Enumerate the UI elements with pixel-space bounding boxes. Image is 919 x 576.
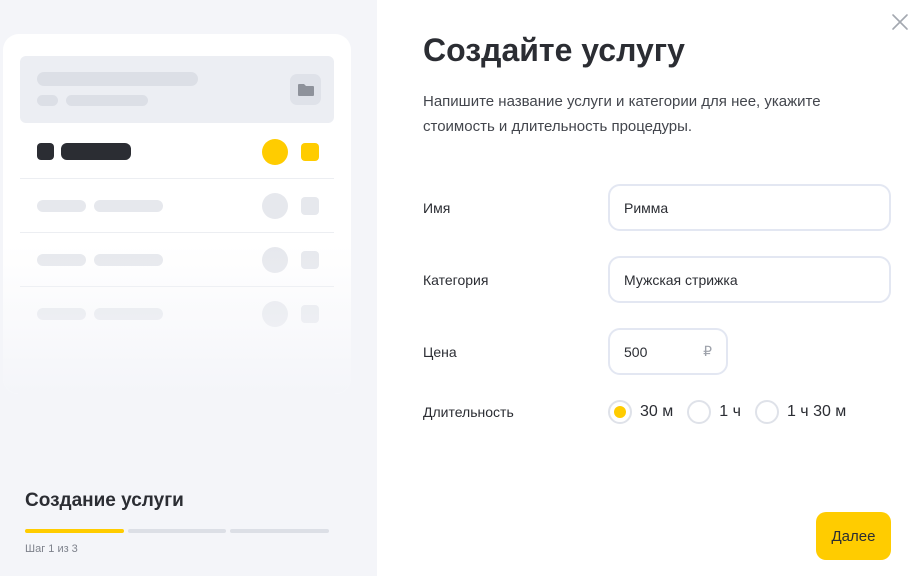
skeleton-line <box>66 95 148 106</box>
skeleton-line <box>37 95 58 106</box>
step-indicator: Шаг 1 из 3 <box>25 543 78 555</box>
name-input[interactable]: Римма <box>608 184 891 231</box>
skeleton-block <box>61 143 131 160</box>
skeleton-checkbox <box>301 197 319 215</box>
service-list-preview <box>3 34 351 394</box>
duration-radio-group: 30 м 1 ч 1 ч 30 м <box>608 400 860 424</box>
category-input[interactable]: Мужская стрижка <box>608 256 891 303</box>
category-label: Категория <box>423 272 489 288</box>
skeleton-checkbox <box>301 143 319 161</box>
preview-row-active <box>20 125 334 179</box>
name-input-value: Римма <box>624 199 669 216</box>
price-input[interactable]: 500 ₽ <box>608 328 728 375</box>
duration-option-label: 30 м <box>640 403 674 420</box>
skeleton-line <box>37 72 198 86</box>
skeleton-block <box>37 143 54 160</box>
category-input-value: Мужская стрижка <box>624 271 738 288</box>
skeleton-avatar <box>262 139 288 165</box>
radio-icon <box>754 400 779 424</box>
folder-icon <box>290 74 321 105</box>
price-input-value: 500 <box>624 343 648 360</box>
close-icon[interactable] <box>890 12 910 32</box>
preview-panel: Создание услуги Шаг 1 из 3 <box>0 0 377 576</box>
duration-option-1h30m[interactable]: 1 ч 30 м <box>754 400 847 424</box>
preview-fade <box>3 244 351 394</box>
duration-label: Длительность <box>423 404 514 420</box>
wizard-title: Создание услуги <box>25 490 184 511</box>
next-button[interactable]: Далее <box>816 512 891 560</box>
duration-option-30m[interactable]: 30 м <box>608 400 673 424</box>
progress-segment <box>25 529 124 533</box>
skeleton-block <box>37 200 86 212</box>
ruble-icon: ₽ <box>703 343 712 359</box>
duration-option-label: 1 ч <box>719 403 741 420</box>
name-label: Имя <box>423 200 451 216</box>
progress-segment <box>127 529 227 533</box>
skeleton-avatar <box>262 193 288 219</box>
preview-header <box>20 56 334 123</box>
radio-icon <box>687 400 712 424</box>
step-progress-bar <box>25 529 330 533</box>
duration-option-1h[interactable]: 1 ч <box>687 400 741 424</box>
page-description: Напишите название услуги и категории для… <box>423 93 821 135</box>
progress-segment <box>230 529 330 533</box>
price-label: Цена <box>423 344 457 360</box>
page-title: Создайте услугу <box>423 32 685 68</box>
duration-option-label: 1 ч 30 м <box>786 403 847 420</box>
radio-icon <box>608 400 632 424</box>
skeleton-block <box>94 200 163 212</box>
preview-row <box>20 179 334 233</box>
